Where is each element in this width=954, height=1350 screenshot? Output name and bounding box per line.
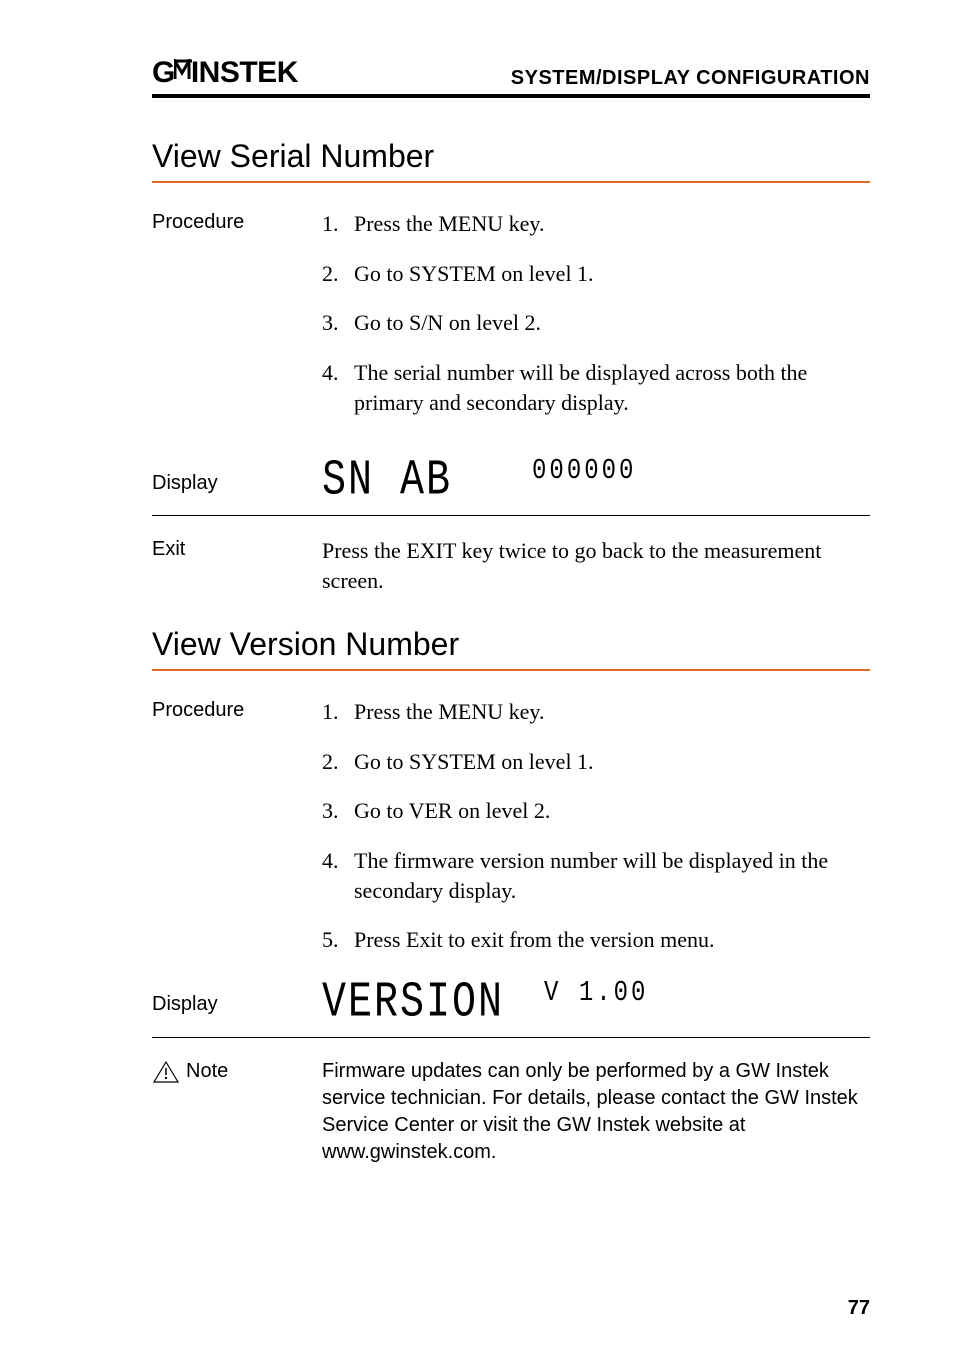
- step-item: Press the MENU key.: [322, 697, 870, 727]
- procedure-row: Procedure Press the MENU key. Go to SYST…: [152, 209, 870, 437]
- page-number: 77: [848, 1297, 870, 1320]
- step-item: Go to S/N on level 2.: [322, 308, 870, 338]
- seg-display-secondary: 000000: [532, 453, 636, 492]
- display-body: VERSION V 1.00: [322, 977, 870, 1031]
- section-heading-version: View Version Number: [152, 626, 870, 663]
- display-row: Display VERSION V 1.00: [152, 977, 870, 1031]
- display-label: Display: [152, 991, 322, 1016]
- step-item: Press Exit to exit from the version menu…: [322, 925, 870, 955]
- accent-rule: [152, 669, 870, 671]
- header-title: SYSTEM/DISPLAY CONFIGURATION: [511, 67, 870, 90]
- procedure-body: Press the MENU key. Go to SYSTEM on leve…: [322, 209, 870, 437]
- seg-display-secondary: V 1.00: [544, 974, 648, 1013]
- procedure-label: Procedure: [152, 209, 322, 234]
- display-label: Display: [152, 470, 322, 495]
- header-rule: [152, 94, 870, 98]
- step-item: Go to SYSTEM on level 1.: [322, 259, 870, 289]
- steps-list: Press the MENU key. Go to SYSTEM on leve…: [322, 697, 870, 955]
- step-item: Go to SYSTEM on level 1.: [322, 747, 870, 777]
- page-header: GINSTEK SYSTEM/DISPLAY CONFIGURATION: [152, 56, 870, 90]
- procedure-body: Press the MENU key. Go to SYSTEM on leve…: [322, 697, 870, 975]
- step-item: Press the MENU key.: [322, 209, 870, 239]
- steps-list: Press the MENU key. Go to SYSTEM on leve…: [322, 209, 870, 417]
- exit-label: Exit: [152, 536, 322, 561]
- procedure-row: Procedure Press the MENU key. Go to SYST…: [152, 697, 870, 975]
- warning-icon: [152, 1060, 180, 1084]
- thin-rule: [152, 1037, 870, 1038]
- accent-rule: [152, 181, 870, 183]
- step-item: Go to VER on level 2.: [322, 796, 870, 826]
- note-label-wrap: Note: [152, 1058, 322, 1084]
- seg-display-primary: VERSION: [322, 970, 504, 1038]
- display-body: SN AB 000000: [322, 455, 870, 509]
- exit-text: Press the EXIT key twice to go back to t…: [322, 536, 870, 595]
- step-item: The firmware version number will be disp…: [322, 846, 870, 905]
- brand-logo: GINSTEK: [152, 56, 298, 90]
- step-item: The serial number will be displayed acro…: [322, 358, 870, 417]
- note-label: Note: [186, 1060, 228, 1083]
- thin-rule: [152, 515, 870, 516]
- procedure-label: Procedure: [152, 697, 322, 722]
- note-row: Note Firmware updates can only be perfor…: [152, 1058, 870, 1166]
- exit-row: Exit Press the EXIT key twice to go back…: [152, 536, 870, 595]
- section-heading-serial: View Serial Number: [152, 138, 870, 175]
- note-text: Firmware updates can only be performed b…: [322, 1058, 870, 1166]
- seg-display-primary: SN AB: [322, 449, 452, 517]
- display-row: Display SN AB 000000: [152, 455, 870, 509]
